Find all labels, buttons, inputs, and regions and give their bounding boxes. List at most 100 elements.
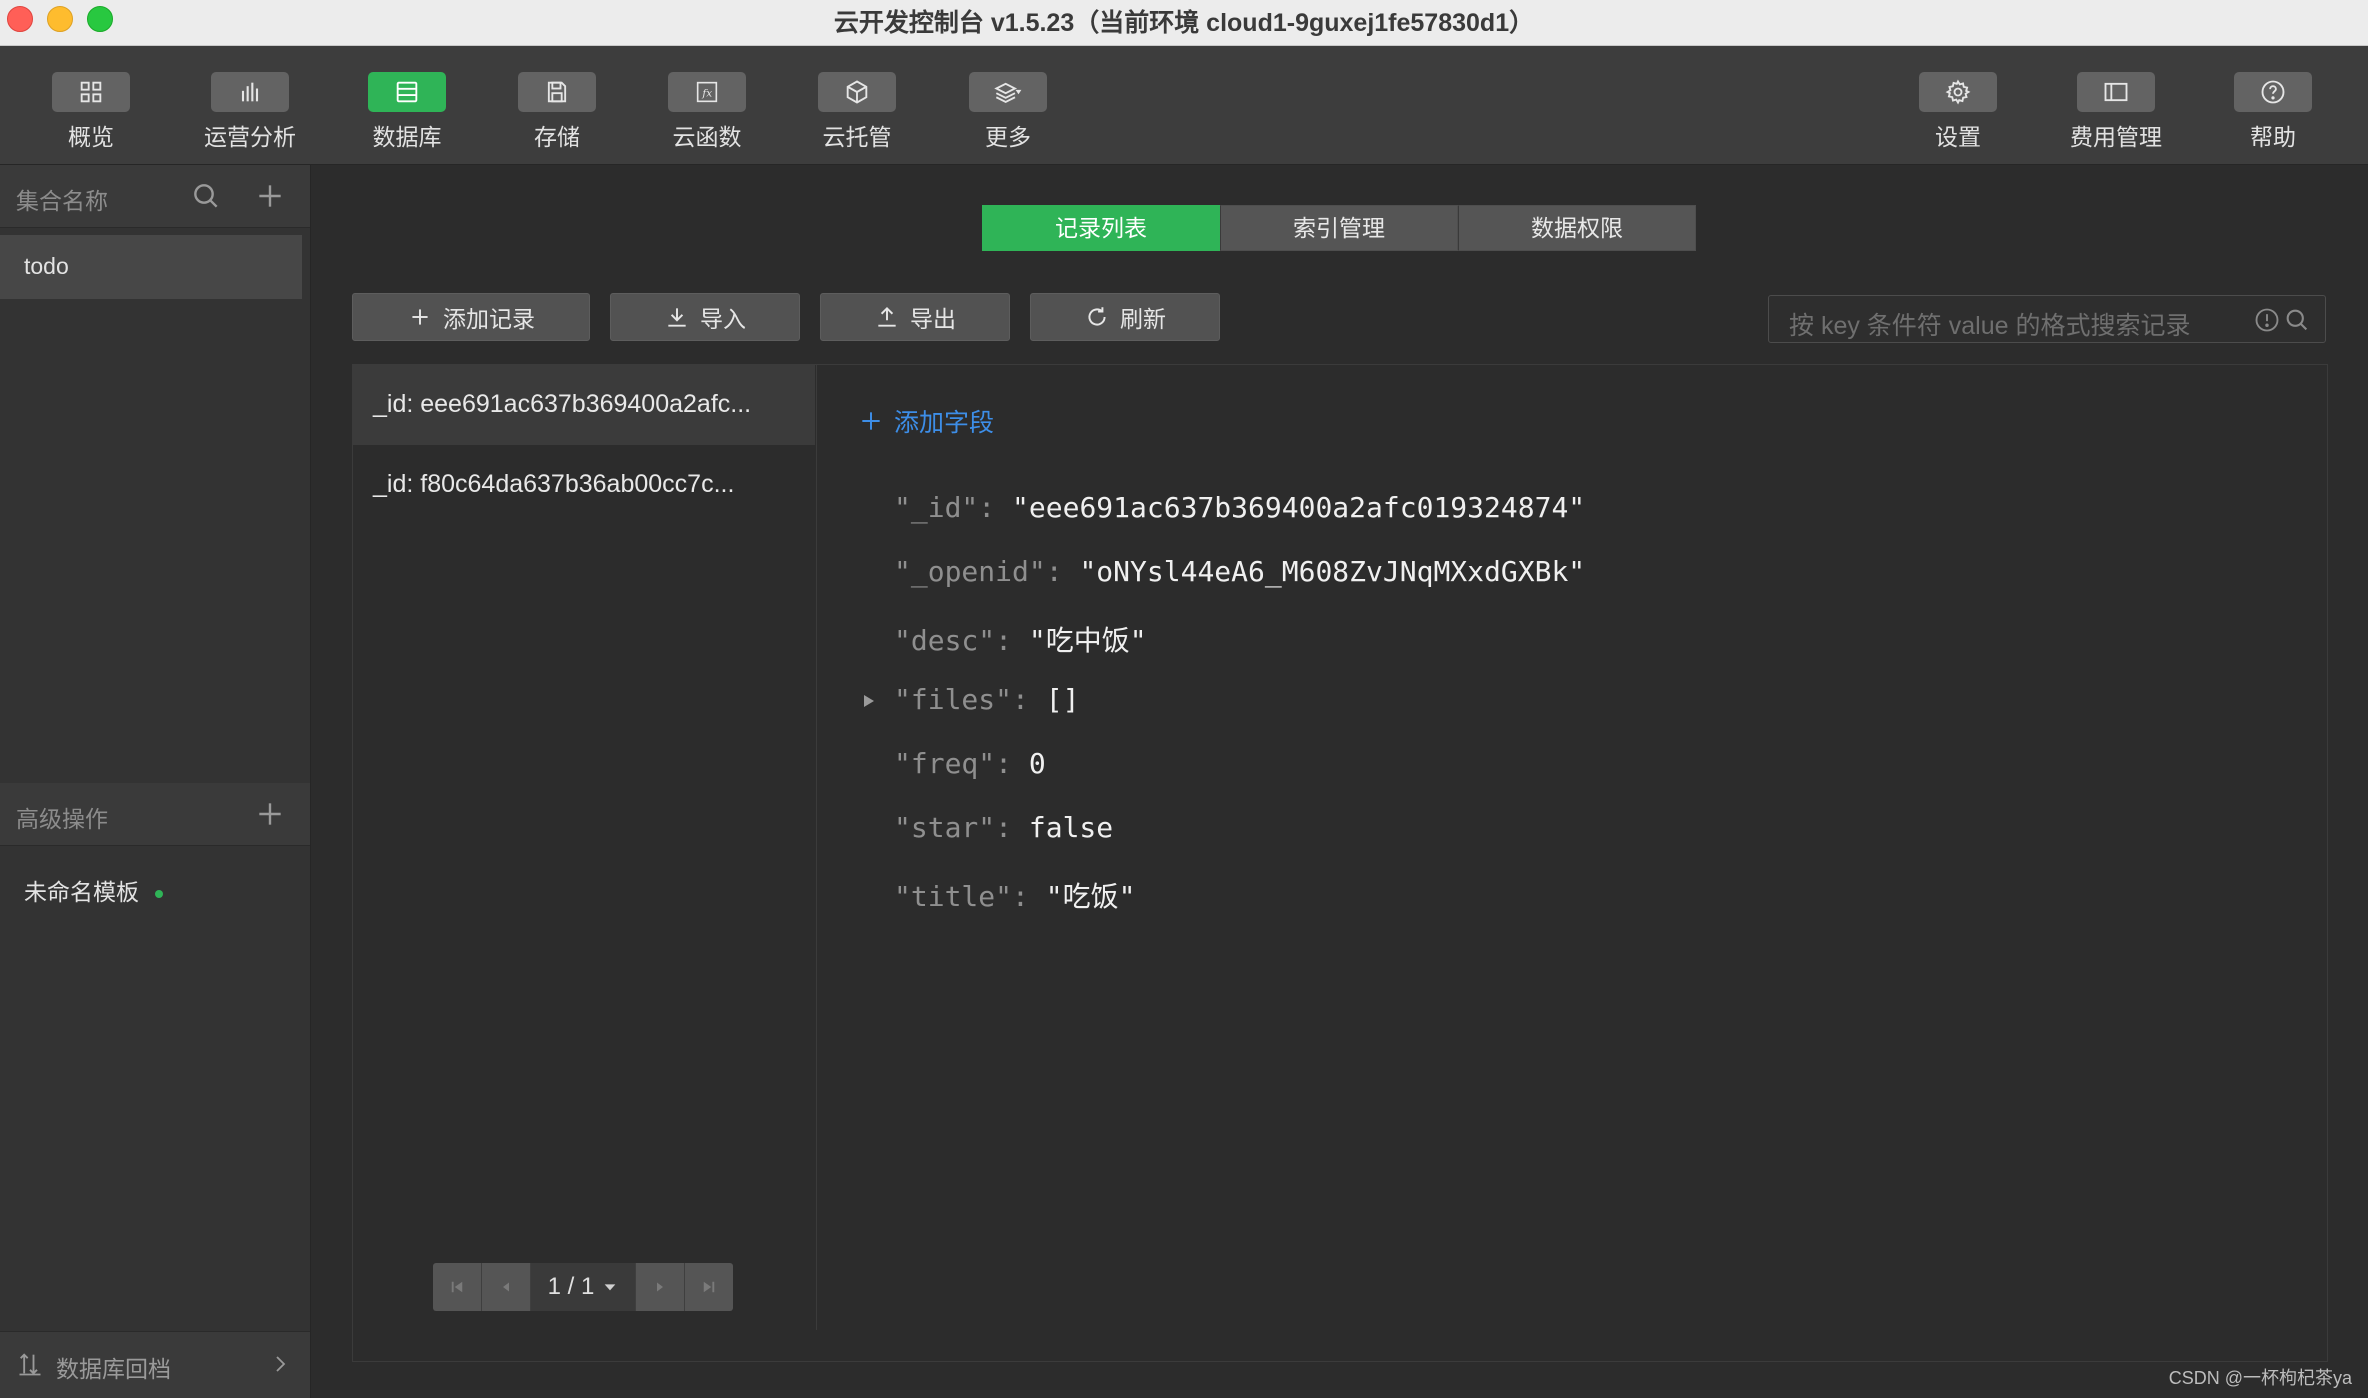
watermark: CSDN @一杯枸杞茶ya xyxy=(2168,1368,2352,1388)
svg-text:fx: fx xyxy=(701,88,712,100)
upload-icon xyxy=(878,306,896,327)
toolbar-functions-label: 云函数 xyxy=(672,124,742,150)
field-key: "files": xyxy=(894,683,1046,716)
gear-icon xyxy=(1945,79,1971,105)
toolbar-billing-label: 费用管理 xyxy=(2070,124,2162,150)
pagination: 1 / 1 xyxy=(433,1263,733,1311)
collection-sidebar: 集合名称 todo 高级操作 未命名模板 数据库回档 xyxy=(0,165,311,1398)
advanced-header: 高级操作 xyxy=(0,783,310,846)
search-icon[interactable] xyxy=(2283,306,2311,334)
tab-records[interactable]: 记录列表 xyxy=(982,205,1220,251)
add-collection-icon[interactable] xyxy=(254,180,286,212)
bar-chart-icon xyxy=(241,82,259,102)
search-icon[interactable] xyxy=(190,180,222,212)
collection-item-label: todo xyxy=(24,253,69,279)
last-page-button[interactable] xyxy=(685,1263,733,1311)
template-item-label: 未命名模板 xyxy=(24,879,139,905)
next-page-button[interactable] xyxy=(636,1263,685,1311)
add-field-button[interactable]: 添加字段 xyxy=(858,403,994,439)
field-value: "吃饭" xyxy=(1045,880,1136,913)
refresh-button[interactable]: 刷新 xyxy=(1030,293,1220,341)
status-dot xyxy=(155,889,163,898)
toolbar-database[interactable]: 数据库 xyxy=(342,72,472,152)
toolbar-help[interactable]: 帮助 xyxy=(2208,72,2338,152)
toolbar-overview-label: 概览 xyxy=(68,124,114,150)
record-detail: 添加字段 "_id": "eee691ac637b369400a2afc0193… xyxy=(816,365,2327,1361)
toolbar-analytics[interactable]: 运营分析 xyxy=(185,72,315,152)
field-key: "desc": xyxy=(894,624,1029,657)
field-row[interactable]: "desc": "吃中饭" xyxy=(894,619,1147,659)
field-key: "_openid": xyxy=(894,555,1080,588)
record-row[interactable]: _id: f80c64da637b36ab00cc7c... xyxy=(353,445,815,525)
toolbar-functions[interactable]: fx 云函数 xyxy=(642,72,772,152)
billing-icon xyxy=(2104,82,2128,102)
page-indicator: 1 / 1 xyxy=(547,1273,595,1300)
field-row[interactable]: "_openid": "oNYsl44eA6_M608ZvJNqMXxdGXBk… xyxy=(894,555,1585,588)
record-row[interactable]: _id: eee691ac637b369400a2afc... xyxy=(353,365,815,445)
import-label: 导入 xyxy=(700,306,746,332)
field-row[interactable]: "title": "吃饭" xyxy=(894,875,1135,915)
add-field-label: 添加字段 xyxy=(894,409,995,437)
template-item[interactable]: 未命名模板 xyxy=(0,855,302,919)
layers-icon xyxy=(994,82,1022,103)
field-value: false xyxy=(1028,811,1114,844)
export-label: 导出 xyxy=(910,306,956,332)
collections-header: 集合名称 xyxy=(0,165,310,228)
plus-icon xyxy=(862,412,880,430)
field-value: "oNYsl44eA6_M608ZvJNqMXxdGXBk" xyxy=(1079,555,1586,588)
expand-caret-icon[interactable] xyxy=(864,695,874,707)
tab-indexes[interactable]: 索引管理 xyxy=(1220,205,1458,251)
toolbar-overview[interactable]: 概览 xyxy=(26,72,156,152)
toolbar-more[interactable]: 更多 xyxy=(943,72,1073,152)
toolbar-billing[interactable]: 费用管理 xyxy=(2051,72,2181,152)
toolbar-settings[interactable]: 设置 xyxy=(1893,72,2023,152)
toolbar-more-label: 更多 xyxy=(985,124,1031,150)
chevron-down-icon xyxy=(605,1284,616,1291)
field-key: "star": xyxy=(894,811,1029,844)
next-page-icon xyxy=(657,1282,663,1292)
field-value: 0 xyxy=(1028,747,1046,780)
info-icon[interactable] xyxy=(2253,306,2281,334)
toolbar-database-label: 数据库 xyxy=(372,124,442,150)
field-row[interactable]: "freq": 0 xyxy=(894,747,1046,780)
field-value: [] xyxy=(1045,683,1080,716)
help-icon xyxy=(2261,80,2285,104)
first-page-button[interactable] xyxy=(433,1263,482,1311)
field-row[interactable]: "files": [] xyxy=(894,683,1079,716)
record-search-input[interactable]: 按 key 条件符 value 的格式搜索记录 xyxy=(1768,295,2326,343)
import-button[interactable]: 导入 xyxy=(610,293,800,341)
records-panel: _id: eee691ac637b369400a2afc... _id: f80… xyxy=(352,364,2328,1362)
database-rollback-label: 数据库回档 xyxy=(56,1356,171,1382)
export-button[interactable]: 导出 xyxy=(820,293,1010,341)
tab-permissions[interactable]: 数据权限 xyxy=(1458,205,1696,251)
prev-page-button[interactable] xyxy=(482,1263,531,1311)
add-template-icon[interactable] xyxy=(254,798,286,830)
toolbar-storage[interactable]: 存储 xyxy=(492,72,622,152)
toolbar-hosting-label: 云托管 xyxy=(822,124,892,150)
toolbar-analytics-label: 运营分析 xyxy=(204,124,296,150)
cube-icon xyxy=(846,80,868,104)
database-rollback-button[interactable]: 数据库回档 xyxy=(0,1331,310,1398)
field-value: "吃中饭" xyxy=(1028,624,1147,657)
title-bar: 云开发控制台 v1.5.23（当前环境 cloud1-9guxej1fe5783… xyxy=(0,0,2368,46)
record-id: _id: eee691ac637b369400a2afc... xyxy=(373,390,752,418)
record-id: _id: f80c64da637b36ab00cc7c... xyxy=(373,470,735,498)
field-row[interactable]: "_id": "eee691ac637b369400a2afc019324874… xyxy=(894,491,1585,524)
collection-item-todo[interactable]: todo xyxy=(0,235,302,299)
record-list: _id: eee691ac637b369400a2afc... _id: f80… xyxy=(353,365,817,1330)
save-icon xyxy=(547,81,567,103)
field-key: "title": xyxy=(894,880,1046,913)
search-placeholder: 按 key 条件符 value 的格式搜索记录 xyxy=(1789,312,2191,340)
field-key: "freq": xyxy=(894,747,1029,780)
add-record-label: 添加记录 xyxy=(443,306,535,332)
toolbar-settings-label: 设置 xyxy=(1935,124,1981,150)
main-toolbar: 概览 运营分析 数据库 存储 fx 云函数 云托管 更多 设置 费用管理 帮助 xyxy=(0,46,2368,165)
toolbar-hosting[interactable]: 云托管 xyxy=(792,72,922,152)
add-record-button[interactable]: 添加记录 xyxy=(352,293,590,341)
chevron-right-icon xyxy=(276,1356,286,1372)
page-select[interactable]: 1 / 1 xyxy=(531,1263,636,1311)
window-title: 云开发控制台 v1.5.23（当前环境 cloud1-9guxej1fe5783… xyxy=(833,9,1535,37)
first-page-icon xyxy=(451,1281,463,1293)
field-row[interactable]: "star": false xyxy=(894,811,1113,844)
advanced-header-label: 高级操作 xyxy=(16,806,108,832)
